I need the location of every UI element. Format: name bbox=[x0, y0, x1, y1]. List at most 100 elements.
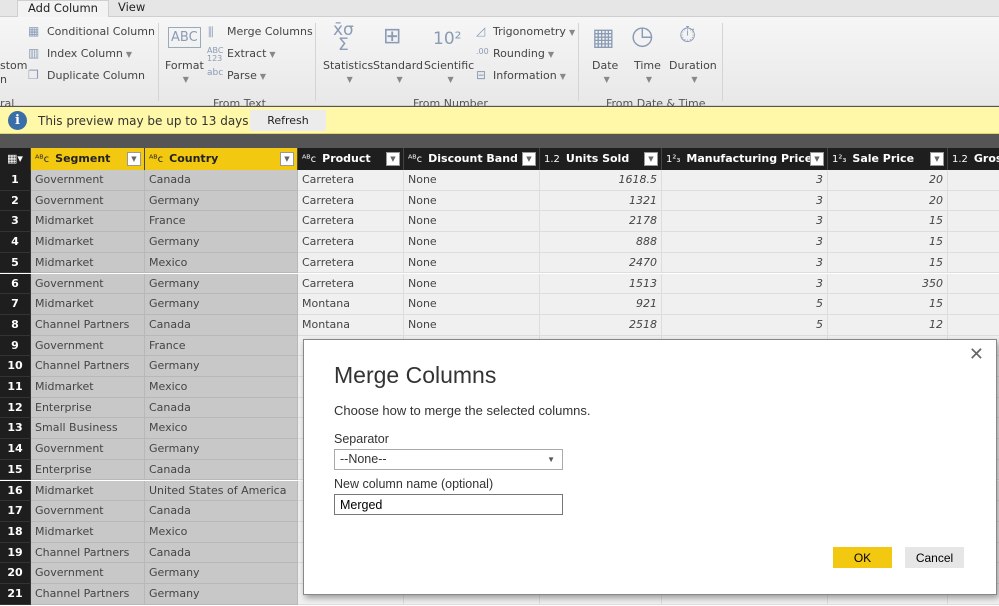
table-cell[interactable]: Carretera bbox=[298, 170, 404, 191]
table-cell[interactable]: Carretera bbox=[298, 190, 404, 212]
table-cell[interactable]: 1513 bbox=[540, 273, 662, 295]
custom-column-label-partial-2[interactable]: n bbox=[0, 73, 7, 86]
table-cell[interactable]: 921 bbox=[540, 294, 662, 315]
row-number[interactable]: 20 bbox=[0, 563, 31, 584]
cancel-button[interactable]: Cancel bbox=[905, 547, 964, 568]
table-cell[interactable]: Canada bbox=[145, 459, 298, 481]
table-cell[interactable]: 1321 bbox=[540, 190, 662, 212]
row-number[interactable]: 21 bbox=[0, 584, 31, 605]
table-cell[interactable]: Germany bbox=[145, 294, 298, 315]
separator-select[interactable]: --None-- ▼ bbox=[334, 449, 563, 470]
table-cell[interactable]: Germany bbox=[145, 584, 298, 605]
row-number[interactable]: 4 bbox=[0, 232, 31, 253]
row-number[interactable]: 9 bbox=[0, 335, 31, 357]
table-cell[interactable]: None bbox=[404, 170, 540, 191]
table-cell[interactable]: 12 bbox=[828, 314, 948, 336]
table-cell[interactable]: Germany bbox=[145, 356, 298, 377]
duplicate-column-button[interactable]: Duplicate Column bbox=[47, 69, 145, 82]
table-cell[interactable]: 15 bbox=[828, 232, 948, 253]
table-cell[interactable]: 20 bbox=[828, 190, 948, 212]
table-cell[interactable]: Mexico bbox=[145, 252, 298, 274]
row-number[interactable]: 17 bbox=[0, 501, 31, 522]
standard-button[interactable]: Standard ▼ bbox=[373, 59, 423, 85]
table-cell[interactable]: Government bbox=[31, 501, 145, 522]
table-cell[interactable]: 2470 bbox=[540, 252, 662, 274]
table-cell[interactable] bbox=[948, 252, 999, 274]
row-number[interactable]: 10 bbox=[0, 356, 31, 377]
parse-button[interactable]: Parse ▼ bbox=[227, 69, 266, 82]
filter-dropdown-icon[interactable]: ▼ bbox=[930, 152, 944, 166]
table-menu-icon[interactable]: ▦▾ bbox=[0, 148, 31, 170]
close-icon[interactable]: ✕ bbox=[969, 344, 984, 365]
table-cell[interactable]: 15 bbox=[828, 211, 948, 233]
table-cell[interactable] bbox=[948, 273, 999, 295]
table-cell[interactable]: Government bbox=[31, 439, 145, 460]
table-cell[interactable]: Germany bbox=[145, 190, 298, 212]
table-cell[interactable]: None bbox=[404, 211, 540, 233]
table-cell[interactable]: 3 bbox=[662, 273, 828, 295]
row-number[interactable]: 2 bbox=[0, 190, 31, 212]
index-column-button[interactable]: Index Column ▼ bbox=[47, 47, 132, 60]
conditional-column-button[interactable]: Conditional Column bbox=[47, 25, 155, 38]
column-header-manufacturing-price[interactable]: 1²₃ Manufacturing Price ▼ bbox=[662, 148, 828, 170]
format-button[interactable]: Format ▼ bbox=[165, 59, 204, 85]
table-cell[interactable]: Government bbox=[31, 273, 145, 295]
table-cell[interactable]: Midmarket bbox=[31, 211, 145, 233]
column-header-sale-price[interactable]: 1²₃ Sale Price ▼ bbox=[828, 148, 948, 170]
table-cell[interactable]: Midmarket bbox=[31, 521, 145, 543]
table-cell[interactable]: Enterprise bbox=[31, 459, 145, 481]
row-number[interactable]: 6 bbox=[0, 273, 31, 295]
table-cell[interactable] bbox=[948, 170, 999, 191]
table-cell[interactable]: Canada bbox=[145, 397, 298, 419]
table-cell[interactable]: France bbox=[145, 211, 298, 233]
merge-columns-button[interactable]: Merge Columns bbox=[227, 25, 313, 38]
table-cell[interactable]: Government bbox=[31, 190, 145, 212]
table-cell[interactable]: Government bbox=[31, 170, 145, 191]
table-cell[interactable]: Small Business bbox=[31, 418, 145, 440]
table-cell[interactable]: Montana bbox=[298, 314, 404, 336]
table-cell[interactable]: Government bbox=[31, 335, 145, 357]
table-cell[interactable]: Canada bbox=[145, 542, 298, 564]
table-cell[interactable]: Channel Partners bbox=[31, 314, 145, 336]
table-cell[interactable]: 2518 bbox=[540, 314, 662, 336]
filter-dropdown-icon[interactable]: ▼ bbox=[386, 152, 400, 166]
table-cell[interactable]: 3 bbox=[662, 190, 828, 212]
table-cell[interactable]: Germany bbox=[145, 273, 298, 295]
table-cell[interactable]: 20 bbox=[828, 170, 948, 191]
column-header-gross[interactable]: 1.2 Gross bbox=[948, 148, 999, 170]
table-cell[interactable]: Carretera bbox=[298, 273, 404, 295]
row-number[interactable]: 5 bbox=[0, 252, 31, 274]
table-cell[interactable]: 3 bbox=[662, 170, 828, 191]
table-cell[interactable]: None bbox=[404, 273, 540, 295]
table-cell[interactable] bbox=[948, 190, 999, 212]
trigonometry-button[interactable]: Trigonometry ▼ bbox=[493, 25, 575, 38]
table-cell[interactable]: Midmarket bbox=[31, 232, 145, 253]
table-cell[interactable]: 15 bbox=[828, 294, 948, 315]
table-cell[interactable]: Mexico bbox=[145, 377, 298, 398]
table-cell[interactable] bbox=[948, 232, 999, 253]
table-cell[interactable]: Montana bbox=[298, 294, 404, 315]
row-number[interactable]: 15 bbox=[0, 459, 31, 481]
table-cell[interactable]: 1618.5 bbox=[540, 170, 662, 191]
filter-dropdown-icon[interactable]: ▼ bbox=[810, 152, 824, 166]
table-cell[interactable]: Carretera bbox=[298, 252, 404, 274]
row-number[interactable]: 13 bbox=[0, 418, 31, 440]
table-cell[interactable]: Government bbox=[31, 563, 145, 584]
table-cell[interactable]: Midmarket bbox=[31, 252, 145, 274]
table-cell[interactable]: Midmarket bbox=[31, 377, 145, 398]
rounding-button[interactable]: Rounding ▼ bbox=[493, 47, 554, 60]
column-header-country[interactable]: ᴬᴮc Country ▼ bbox=[145, 148, 298, 170]
filter-dropdown-icon[interactable]: ▼ bbox=[127, 152, 141, 166]
table-cell[interactable]: Carretera bbox=[298, 232, 404, 253]
table-cell[interactable]: 15 bbox=[828, 252, 948, 274]
table-cell[interactable]: 5 bbox=[662, 294, 828, 315]
table-cell[interactable]: Mexico bbox=[145, 418, 298, 440]
table-cell[interactable]: None bbox=[404, 190, 540, 212]
table-cell[interactable]: France bbox=[145, 335, 298, 357]
table-cell[interactable]: 888 bbox=[540, 232, 662, 253]
column-header-units-sold[interactable]: 1.2 Units Sold ▼ bbox=[540, 148, 662, 170]
table-cell[interactable]: Channel Partners bbox=[31, 356, 145, 377]
filter-dropdown-icon[interactable]: ▼ bbox=[522, 152, 536, 166]
row-number[interactable]: 11 bbox=[0, 377, 31, 398]
ok-button[interactable]: OK bbox=[833, 547, 892, 568]
